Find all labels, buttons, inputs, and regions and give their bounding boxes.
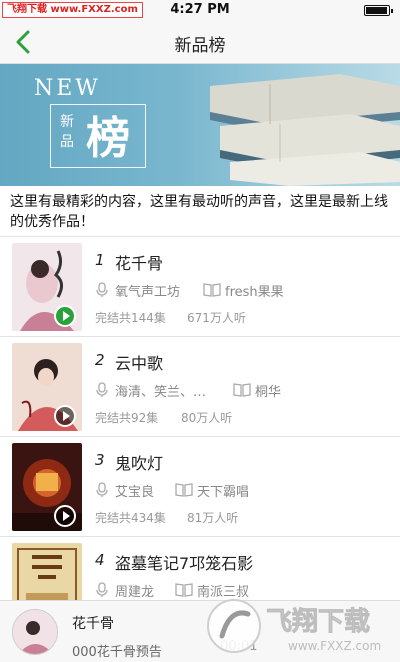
banner-small-text: 新品 — [60, 114, 74, 150]
item-anchor: fresh果果 — [225, 285, 284, 300]
banner: NEW 新品 榜 — [0, 64, 400, 186]
svg-text:飞翔下载: 飞翔下载 — [266, 607, 370, 637]
svg-text:www.FXXZ.com: www.FXXZ.com — [288, 639, 381, 653]
rank-number: 3 — [95, 451, 105, 469]
book-icon — [233, 383, 251, 397]
list-item[interactable]: 4 盗墓笔记7邛笼石影 周建龙 南派三叔 — [0, 537, 400, 600]
item-author: 周建龙 — [115, 585, 155, 600]
item-plays: 81万人听 — [187, 511, 239, 525]
play-icon[interactable] — [54, 405, 76, 427]
item-episodes: 完结共144集 — [95, 311, 166, 325]
ranking-list: 1 花千骨 氧气声工坊 fresh果果 完结共144集 671万人听 2 云中歌 — [0, 236, 400, 600]
microphone-icon — [96, 382, 108, 397]
item-title: 云中歌 — [115, 354, 164, 373]
player-episode: 000花千骨预告 — [72, 645, 162, 660]
item-author: 海清、笑兰、… — [115, 385, 207, 400]
item-plays: 80万人听 — [181, 411, 233, 425]
item-title: 鬼吹灯 — [115, 454, 164, 473]
list-item[interactable]: 1 花千骨 氧气声工坊 fresh果果 完结共144集 671万人听 — [0, 237, 400, 337]
book-icon — [175, 483, 193, 497]
rank-number: 1 — [95, 251, 105, 269]
intro-text: 这里有最精彩的内容，这里有最动听的声音，这里是最新上线的优秀作品！ — [10, 194, 388, 230]
player-title: 花千骨 — [72, 616, 114, 632]
books-image — [210, 74, 400, 186]
book-icon — [203, 283, 221, 297]
item-plays: 671万人听 — [187, 311, 246, 325]
item-episodes: 完结共92集 — [95, 411, 159, 425]
microphone-icon — [96, 482, 108, 497]
play-icon[interactable] — [54, 305, 76, 327]
book-icon — [175, 583, 193, 597]
banner-big-text: 榜 — [86, 113, 130, 164]
banner-new-text: NEW — [34, 76, 101, 101]
play-icon[interactable] — [54, 505, 76, 527]
item-anchor: 桐华 — [255, 385, 282, 400]
list-item[interactable]: 2 云中歌 海清、笑兰、… 桐华 完结共92集 80万人听 — [0, 337, 400, 437]
nav-bar: 新品榜 — [0, 20, 400, 64]
status-bar: 飞翔下载 www.FXXZ.com 4:27 PM — [0, 0, 400, 20]
item-title: 花千骨 — [115, 254, 164, 273]
page-title: 新品榜 — [174, 36, 226, 56]
item-author: 艾宝良 — [115, 485, 155, 500]
status-time: 4:27 PM — [170, 2, 230, 17]
cover-image — [12, 443, 82, 531]
player-cover-image[interactable] — [12, 609, 58, 655]
watermark-logo: 飞翔下载 www.FXXZ.com — [207, 599, 381, 653]
battery-icon — [364, 5, 393, 16]
rank-number: 2 — [95, 351, 105, 369]
cover-image — [12, 243, 82, 331]
item-author: 氧气声工坊 — [115, 285, 181, 300]
cover-image — [12, 343, 82, 431]
list-item[interactable]: 3 鬼吹灯 艾宝良 天下霸唱 完结共434集 81万人听 — [0, 437, 400, 537]
microphone-icon — [96, 282, 108, 297]
rank-number: 4 — [95, 551, 105, 569]
item-anchor: 天下霸唱 — [197, 485, 250, 500]
cover-image — [12, 543, 82, 600]
item-episodes: 完结共434集 — [95, 511, 166, 525]
item-title: 盗墓笔记7邛笼石影 — [115, 554, 254, 573]
microphone-icon — [96, 582, 108, 597]
